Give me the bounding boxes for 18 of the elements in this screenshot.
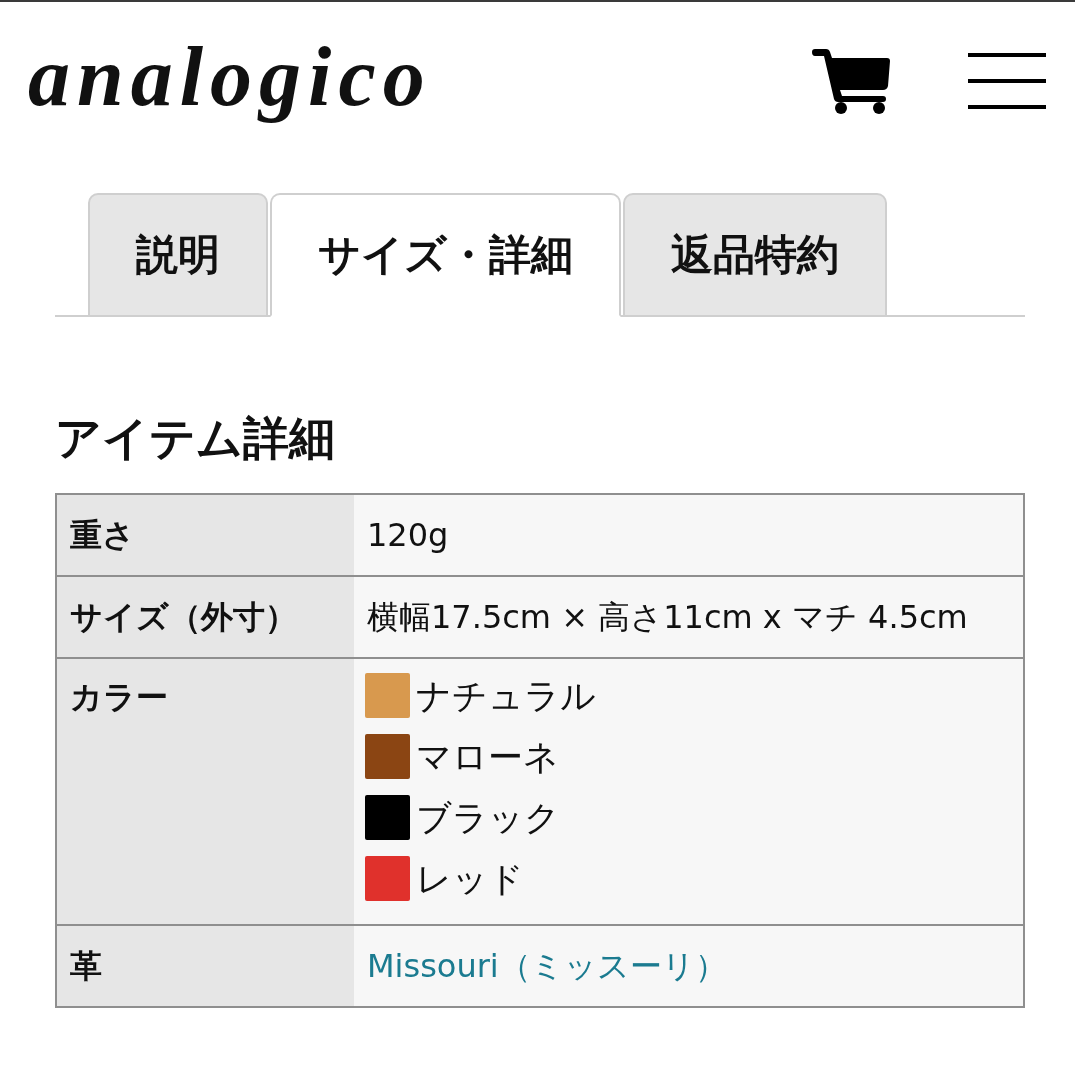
table-cell: サイズ（外寸） [56, 576, 354, 658]
tab[interactable]: 返品特約 [623, 193, 887, 317]
tab[interactable]: 説明 [88, 193, 268, 317]
table-cell: 横幅17.5cm × 高さ11cm x マチ 4.5cm [354, 576, 1024, 658]
table-cell: 120g [354, 494, 1024, 576]
tab[interactable]: サイズ・詳細 [270, 193, 621, 317]
section-title: アイテム詳細 [55, 410, 336, 467]
color-name: ナチュラル [416, 675, 596, 716]
color-name: マローネ [416, 736, 559, 777]
leather-link[interactable]: Missouri（ミッスーリ） [367, 947, 727, 985]
logo[interactable]: analogico [28, 35, 432, 127]
color-name: ブラック [416, 797, 560, 838]
table-cell: 革 [56, 925, 354, 1007]
menu-icon[interactable] [968, 53, 1046, 109]
cart-icon[interactable] [812, 48, 890, 114]
color-name: レッド [416, 858, 524, 899]
table-cell: 重さ [56, 494, 354, 576]
table-cell: カラー [56, 658, 354, 925]
